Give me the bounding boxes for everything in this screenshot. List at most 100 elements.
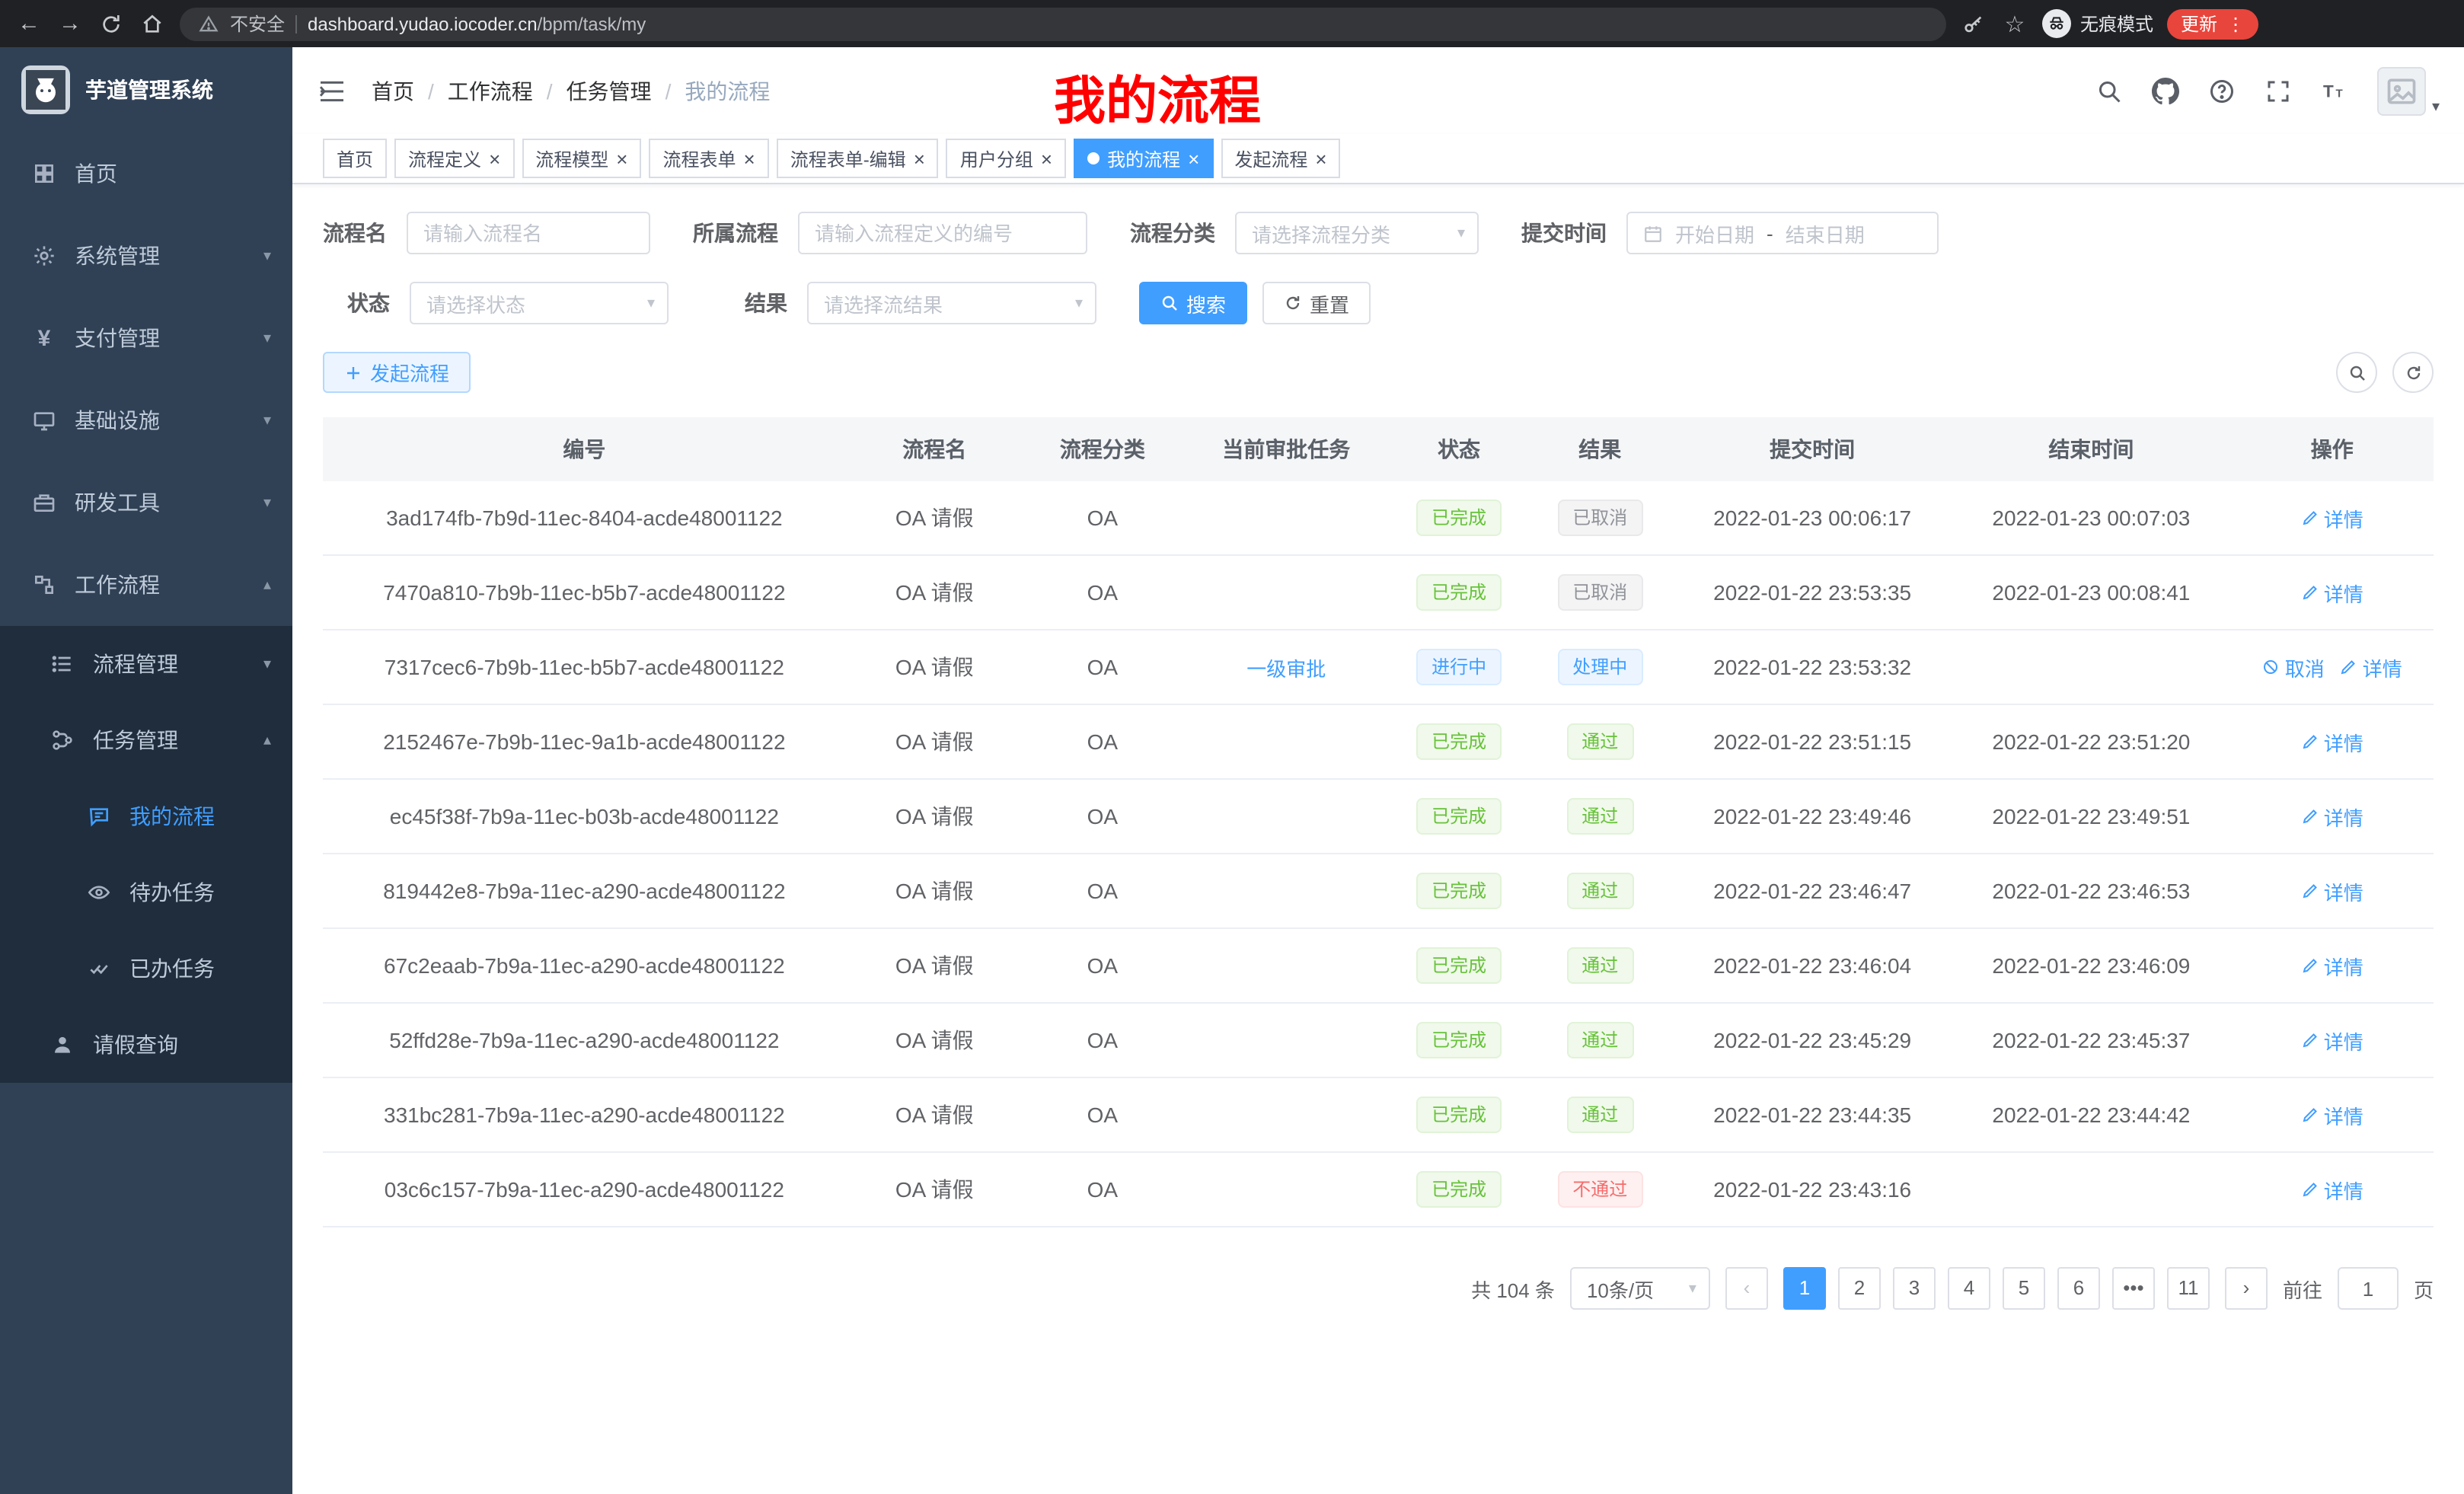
security-label[interactable]: 不安全 (230, 11, 285, 37)
page-button[interactable]: 11 (2167, 1267, 2210, 1310)
tab-item[interactable]: 流程模型× (522, 139, 641, 178)
page-button[interactable]: 2 (1838, 1267, 1881, 1310)
home-button[interactable] (139, 10, 166, 37)
tab-close-icon[interactable]: × (1315, 148, 1326, 168)
process-definition-input[interactable] (798, 212, 1087, 254)
breadcrumb-item[interactable]: 工作流程 (448, 75, 533, 106)
detail-link[interactable]: 详情 (2301, 876, 2363, 905)
collapse-sidebar-button[interactable] (317, 75, 347, 106)
search-button[interactable]: 搜索 (1139, 282, 1247, 324)
fullscreen-icon[interactable] (2265, 76, 2293, 105)
page-button[interactable]: 6 (2057, 1267, 2100, 1310)
sidebar-item-system[interactable]: 系统管理 ▾ (0, 215, 292, 297)
create-process-button[interactable]: 发起流程 (323, 352, 471, 393)
search-icon[interactable] (2095, 76, 2124, 105)
page-button[interactable]: 5 (2003, 1267, 2045, 1310)
process-name-cell: OA 请假 (846, 704, 1023, 779)
page-button[interactable]: 4 (1948, 1267, 1990, 1310)
sidebar-item-done-tasks[interactable]: 已办任务 (0, 931, 292, 1007)
page-ellipsis[interactable]: ••• (2112, 1267, 2155, 1310)
detail-link[interactable]: 详情 (2301, 503, 2363, 532)
tab-item[interactable]: 流程表单-编辑× (777, 139, 939, 178)
address-bar[interactable]: 不安全 dashboard.yudao.iocoder.cn/bpm/task/… (180, 7, 1946, 40)
page-button[interactable]: 1 (1783, 1267, 1826, 1310)
date-range-picker[interactable]: 开始日期 - 结束日期 (1626, 212, 1939, 254)
tab-close-icon[interactable]: × (1188, 148, 1199, 168)
next-page-button[interactable]: › (2225, 1267, 2268, 1310)
font-size-icon[interactable]: TT (2321, 76, 2350, 105)
breadcrumb-item[interactable]: 首页 (372, 75, 414, 106)
toggle-search-button[interactable] (2336, 352, 2377, 393)
detail-link[interactable]: 详情 (2340, 653, 2402, 682)
tab-item[interactable]: 发起流程× (1221, 139, 1340, 178)
tab-close-icon[interactable]: × (744, 148, 755, 168)
tab-close-icon[interactable]: × (914, 148, 925, 168)
github-icon[interactable] (2152, 76, 2181, 105)
chevron-down-icon: ▾ (263, 330, 271, 346)
reload-button[interactable] (97, 10, 125, 37)
prev-page-button[interactable]: ‹ (1725, 1267, 1768, 1310)
process-id-cell: 7317cec6-7b9b-11ec-b5b7-acde48001122 (323, 630, 846, 704)
page-button[interactable]: 3 (1893, 1267, 1936, 1310)
forward-button[interactable]: → (56, 10, 84, 37)
sidebar-item-task-management[interactable]: 任务管理 ▴ (0, 702, 292, 778)
sidebar-item-label: 系统管理 (75, 241, 160, 271)
sidebar-item-workflow[interactable]: 工作流程 ▴ (0, 544, 292, 626)
tab-item[interactable]: 用户分组× (946, 139, 1066, 178)
process-table: 编号流程名流程分类当前审批任务状态结果提交时间结束时间操作 3ad174fb-7… (323, 417, 2434, 1227)
cancel-link[interactable]: 取消 (2262, 653, 2325, 682)
sidebar-item-my-process[interactable]: 我的流程 (0, 778, 292, 854)
goto-page-input[interactable] (2338, 1267, 2399, 1310)
result-tag: 处理中 (1557, 649, 1642, 685)
detail-link[interactable]: 详情 (2301, 578, 2363, 607)
sidebar-item-todo-tasks[interactable]: 待办任务 (0, 854, 292, 931)
process-name-cell: OA 请假 (846, 481, 1023, 555)
reset-button[interactable]: 重置 (1262, 282, 1371, 324)
current-task-link[interactable]: 一级审批 (1246, 653, 1326, 682)
yen-icon: ¥ (30, 325, 58, 351)
sidebar-item-devtools[interactable]: 研发工具 ▾ (0, 461, 292, 544)
detail-link[interactable]: 详情 (2301, 1026, 2363, 1055)
table-toolbar-icons (2336, 352, 2434, 393)
browser-menu-icon[interactable]: ⋮ (2226, 13, 2245, 34)
bookmark-star-icon[interactable]: ☆ (2001, 10, 2028, 37)
sidebar-item-process-management[interactable]: 流程管理 ▾ (0, 626, 292, 702)
tab-item[interactable]: 首页 (323, 139, 387, 178)
process-name-input[interactable] (407, 212, 650, 254)
tab-item[interactable]: 流程表单× (649, 139, 768, 178)
process-category-cell: OA (1023, 630, 1182, 704)
result-select[interactable]: 请选择流结果 ▾ (807, 282, 1096, 324)
operation-label: 详情 (2324, 1175, 2363, 1204)
current-task-cell (1182, 555, 1391, 630)
sidebar-item-infra[interactable]: 基础设施 ▾ (0, 379, 292, 461)
tab-close-icon[interactable]: × (616, 148, 627, 168)
tab-close-icon[interactable]: × (489, 148, 500, 168)
breadcrumb-item[interactable]: 任务管理 (567, 75, 652, 106)
help-icon[interactable] (2208, 76, 2237, 105)
refresh-table-button[interactable] (2392, 352, 2434, 393)
logo: 芋道管理系统 (0, 47, 292, 132)
detail-link[interactable]: 详情 (2301, 1175, 2363, 1204)
sidebar-item-home[interactable]: 首页 (0, 132, 292, 215)
tab-active[interactable]: 我的流程× (1074, 139, 1213, 178)
update-button[interactable]: 更新 ⋮ (2167, 8, 2258, 39)
app-header: 首页/工作流程/任务管理/我的流程 我的流程 TT ▾ (292, 47, 2464, 134)
tab-item[interactable]: 流程定义× (394, 139, 514, 178)
detail-link[interactable]: 详情 (2301, 951, 2363, 980)
page-size-select[interactable]: 10条/页 ▾ (1570, 1267, 1710, 1310)
tab-close-icon[interactable]: × (1041, 148, 1052, 168)
status-select[interactable]: 请选择状态 ▾ (410, 282, 669, 324)
process-name-cell: OA 请假 (846, 555, 1023, 630)
page-url[interactable]: dashboard.yudao.iocoder.cn/bpm/task/my (308, 13, 646, 34)
sidebar-item-payment[interactable]: ¥ 支付管理 ▾ (0, 297, 292, 379)
category-select[interactable]: 请选择流程分类 ▾ (1235, 212, 1479, 254)
detail-link[interactable]: 详情 (2301, 727, 2363, 756)
user-menu[interactable]: ▾ (2377, 66, 2440, 115)
edit-icon (2301, 1031, 2319, 1049)
sidebar-item-leave-query[interactable]: 请假查询 (0, 1007, 292, 1083)
detail-link[interactable]: 详情 (2301, 802, 2363, 831)
key-icon[interactable] (1960, 10, 1987, 37)
detail-link[interactable]: 详情 (2301, 1100, 2363, 1129)
result-cell: 已取消 (1527, 481, 1673, 555)
back-button[interactable]: ← (15, 10, 43, 37)
